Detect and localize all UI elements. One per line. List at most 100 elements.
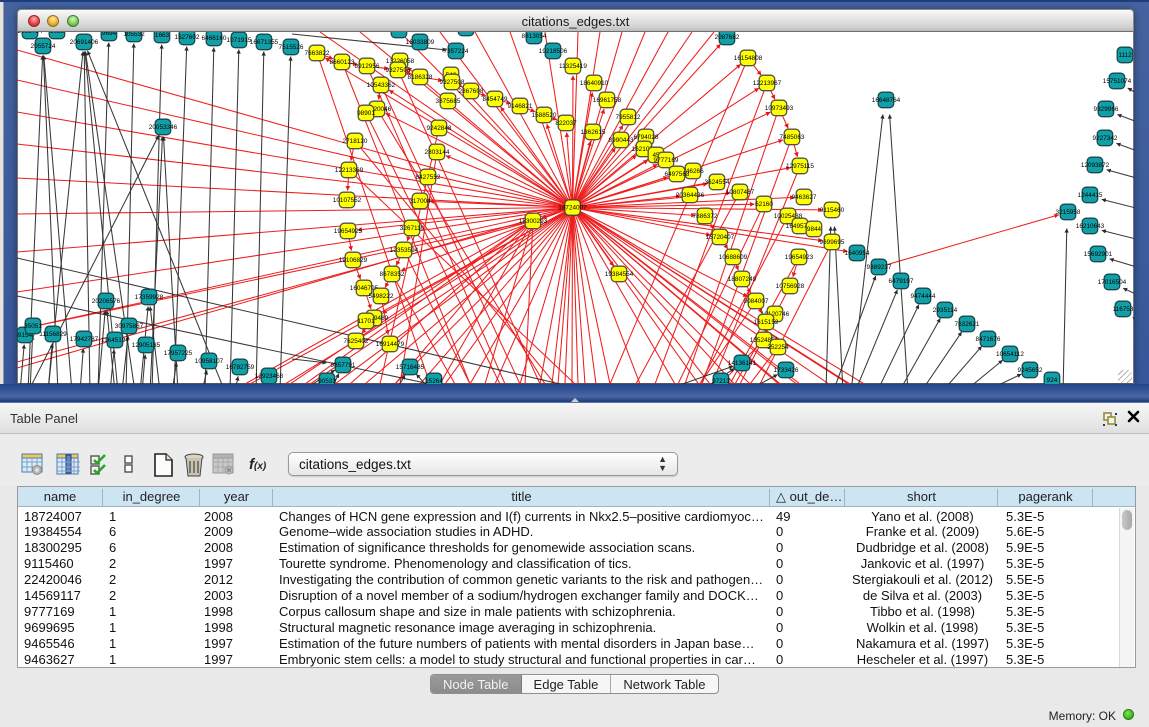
svg-text:1733426: 1733426 bbox=[774, 367, 799, 374]
svg-text:8660123: 8660123 bbox=[330, 59, 355, 66]
svg-text:10958107: 10958107 bbox=[195, 358, 224, 365]
svg-text:10688609: 10688609 bbox=[719, 254, 748, 261]
svg-text:7663822: 7663822 bbox=[305, 50, 330, 57]
svg-text:12923468: 12923468 bbox=[255, 373, 284, 380]
svg-text:9327506: 9327506 bbox=[386, 67, 411, 74]
svg-text:1362615: 1362615 bbox=[581, 129, 606, 136]
svg-text:7886372: 7886372 bbox=[693, 213, 718, 220]
svg-text:10654112: 10654112 bbox=[996, 351, 1024, 358]
svg-text:19654923: 19654923 bbox=[785, 254, 814, 261]
svg-text:16210643: 16210643 bbox=[1076, 223, 1105, 230]
svg-text:9084007: 9084007 bbox=[744, 298, 769, 305]
svg-text:8678352: 8678352 bbox=[380, 271, 405, 278]
svg-text:16671355: 16671355 bbox=[250, 39, 279, 46]
svg-text:16648764: 16648764 bbox=[872, 97, 901, 104]
svg-text:9242848: 9242848 bbox=[427, 125, 452, 132]
svg-text:16914479: 16914479 bbox=[376, 341, 405, 348]
svg-text:17942787: 17942787 bbox=[70, 336, 99, 343]
svg-text:6479197: 6479197 bbox=[889, 278, 914, 285]
svg-text:15692901: 15692901 bbox=[1084, 251, 1113, 258]
svg-text:30975867: 30975867 bbox=[115, 323, 144, 330]
svg-text:12975115: 12975115 bbox=[786, 163, 814, 170]
svg-text:7625402: 7625402 bbox=[344, 338, 369, 345]
svg-text:15751074: 15751074 bbox=[1103, 78, 1132, 85]
svg-text:9329966: 9329966 bbox=[1094, 106, 1119, 113]
svg-text:3267110: 3267110 bbox=[400, 225, 425, 232]
svg-text:6794028: 6794028 bbox=[634, 134, 659, 141]
svg-text:1244415: 1244415 bbox=[1078, 192, 1103, 199]
svg-text:8912956: 8912956 bbox=[355, 63, 380, 70]
svg-text:9777169: 9777169 bbox=[654, 157, 679, 164]
svg-text:7485063: 7485063 bbox=[780, 134, 805, 141]
svg-text:9146821: 9146821 bbox=[508, 103, 533, 110]
svg-text:2803144: 2803144 bbox=[425, 149, 450, 156]
svg-text:5498222: 5498222 bbox=[369, 293, 394, 300]
svg-text:3875685: 3875685 bbox=[436, 98, 461, 105]
svg-text:1071915: 1071915 bbox=[227, 37, 252, 44]
svg-text:11645194: 11645194 bbox=[101, 337, 129, 344]
svg-text:9844: 9844 bbox=[807, 226, 822, 233]
svg-text:10107552: 10107552 bbox=[333, 197, 362, 204]
svg-text:7515526: 7515526 bbox=[279, 44, 304, 51]
svg-text:9694: 9694 bbox=[102, 32, 117, 37]
svg-text:8454749: 8454749 bbox=[483, 96, 508, 103]
svg-text:18300293: 18300293 bbox=[519, 218, 548, 225]
svg-text:8471676: 8471676 bbox=[976, 336, 1001, 343]
svg-text:8813054: 8813054 bbox=[522, 33, 547, 40]
svg-text:1615152: 1615152 bbox=[754, 319, 779, 326]
svg-text:2718120: 2718120 bbox=[343, 138, 368, 145]
svg-text:9327508: 9327508 bbox=[440, 79, 465, 86]
svg-text:10973493: 10973493 bbox=[765, 105, 794, 112]
svg-text:19106829: 19106829 bbox=[339, 257, 368, 264]
svg-text:18724007: 18724007 bbox=[558, 205, 587, 212]
svg-text:7632621: 7632621 bbox=[955, 321, 980, 328]
svg-text:1112: 1112 bbox=[1118, 52, 1132, 59]
svg-text:15720407: 15720407 bbox=[706, 234, 735, 241]
svg-text:1527602: 1527602 bbox=[175, 34, 200, 41]
svg-text:12213369: 12213369 bbox=[335, 167, 364, 174]
svg-text:1663: 1663 bbox=[155, 32, 170, 39]
svg-text:317004: 317004 bbox=[409, 198, 431, 205]
svg-text:116753: 116753 bbox=[1113, 306, 1134, 313]
svg-text:8186328: 8186328 bbox=[408, 74, 433, 81]
svg-text:16154808: 16154808 bbox=[734, 55, 763, 62]
svg-text:2055724: 2055724 bbox=[18, 32, 43, 35]
svg-text:3624554: 3624554 bbox=[705, 179, 730, 186]
svg-text:19218506: 19218506 bbox=[539, 48, 568, 55]
svg-text:6466160: 6466160 bbox=[202, 35, 227, 42]
svg-text:924: 924 bbox=[1047, 377, 1058, 384]
svg-text:17016504: 17016504 bbox=[1098, 279, 1127, 286]
svg-text:20691406: 20691406 bbox=[70, 39, 99, 46]
svg-text:19654925: 19654925 bbox=[334, 228, 363, 235]
svg-text:3215958: 3215958 bbox=[1056, 209, 1081, 216]
svg-text:62160: 62160 bbox=[755, 201, 773, 208]
svg-text:6497568: 6497568 bbox=[665, 171, 690, 178]
svg-text:20053346: 20053346 bbox=[149, 124, 178, 131]
svg-text:7357224: 7357224 bbox=[444, 48, 469, 55]
svg-text:9474444: 9474444 bbox=[911, 293, 936, 300]
svg-text:252254: 252254 bbox=[767, 344, 789, 351]
svg-text:160: 160 bbox=[394, 32, 405, 34]
svg-text:12213967: 12213967 bbox=[753, 80, 782, 87]
svg-text:17957225: 17957225 bbox=[164, 350, 193, 357]
svg-text:1588520: 1588520 bbox=[532, 112, 557, 119]
svg-text:20364436: 20364436 bbox=[676, 192, 705, 199]
svg-text:20206576: 20206576 bbox=[92, 298, 121, 305]
svg-text:1640954: 1640954 bbox=[845, 250, 870, 257]
svg-text:18807249: 18807249 bbox=[728, 276, 757, 283]
svg-text:16782759: 16782759 bbox=[226, 364, 255, 371]
svg-text:10756928: 10756928 bbox=[776, 283, 805, 290]
svg-text:15716485: 15716485 bbox=[396, 364, 425, 371]
svg-text:17359928: 17359928 bbox=[135, 294, 164, 301]
svg-text:18640910: 18640910 bbox=[580, 80, 609, 87]
svg-text:8427552: 8427552 bbox=[416, 174, 441, 181]
svg-text:2055724: 2055724 bbox=[31, 43, 56, 50]
svg-text:8990443: 8990443 bbox=[609, 137, 634, 144]
svg-text:16033809: 16033809 bbox=[406, 39, 435, 46]
svg-text:10543362: 10543362 bbox=[367, 82, 396, 89]
svg-text:9227342: 9227342 bbox=[1093, 135, 1118, 142]
svg-text:2867608: 2867608 bbox=[459, 88, 484, 95]
svg-text:11325419: 11325419 bbox=[559, 63, 587, 70]
svg-text:9389237: 9389237 bbox=[867, 264, 892, 271]
svg-text:2087682: 2087682 bbox=[715, 34, 740, 41]
